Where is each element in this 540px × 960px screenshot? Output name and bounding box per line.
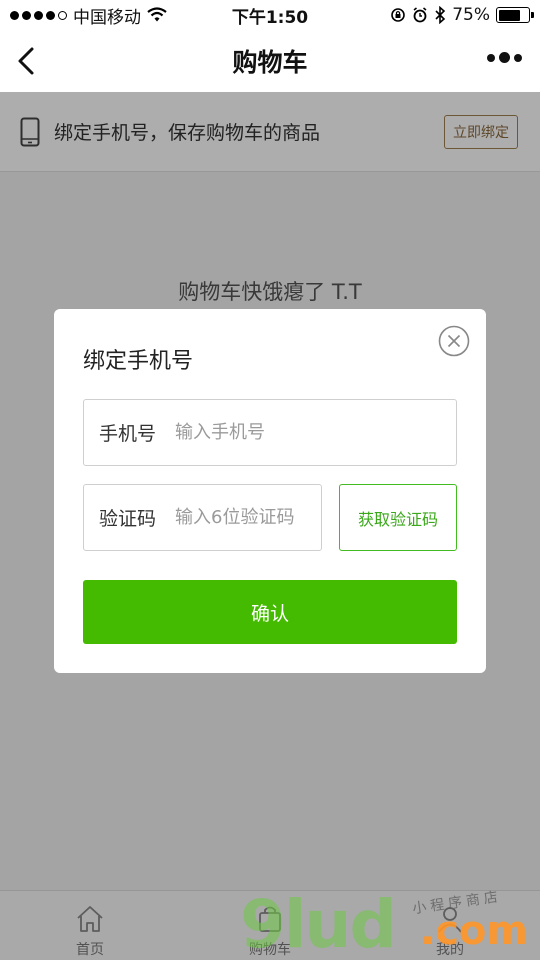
watermark-logo: 9lud 小程序商店 .com <box>240 880 540 960</box>
bluetooth-icon <box>435 6 446 24</box>
carrier-name: 中国移动 <box>73 7 141 28</box>
dialog-title: 绑定手机号 <box>83 349 194 374</box>
signal-strength-icon <box>10 10 67 20</box>
verification-code-field: 验证码 <box>83 484 322 551</box>
watermark-domain: .com <box>420 908 529 954</box>
battery-icon <box>496 7 534 23</box>
phone-field: 手机号 <box>83 399 457 466</box>
navigation-bar: 购物车 <box>0 30 540 92</box>
confirm-button[interactable]: 确认 <box>83 580 457 644</box>
status-left: 中国移动 <box>10 3 167 28</box>
battery-percent: 75% <box>452 5 490 25</box>
bind-phone-dialog: 绑定手机号 手机号 验证码 获取验证码 确认 <box>54 309 486 673</box>
close-icon[interactable] <box>438 325 470 357</box>
more-options-icon[interactable] <box>487 52 522 63</box>
orientation-lock-icon <box>391 8 406 22</box>
alarm-icon <box>413 7 427 23</box>
phone-label: 手机号 <box>99 423 157 445</box>
phone-input[interactable] <box>175 422 456 443</box>
back-arrow-icon[interactable] <box>12 44 46 78</box>
status-bar: 中国移动 下午1:50 75% <box>0 0 540 30</box>
verification-code-input[interactable] <box>175 507 321 528</box>
battery-level <box>498 9 521 21</box>
status-right: 75% <box>390 5 534 25</box>
get-code-button[interactable]: 获取验证码 <box>339 484 457 551</box>
watermark-main: 9lud <box>240 886 397 960</box>
wifi-icon <box>147 7 167 22</box>
code-label: 验证码 <box>99 508 157 530</box>
page-title: 购物车 <box>232 48 308 77</box>
